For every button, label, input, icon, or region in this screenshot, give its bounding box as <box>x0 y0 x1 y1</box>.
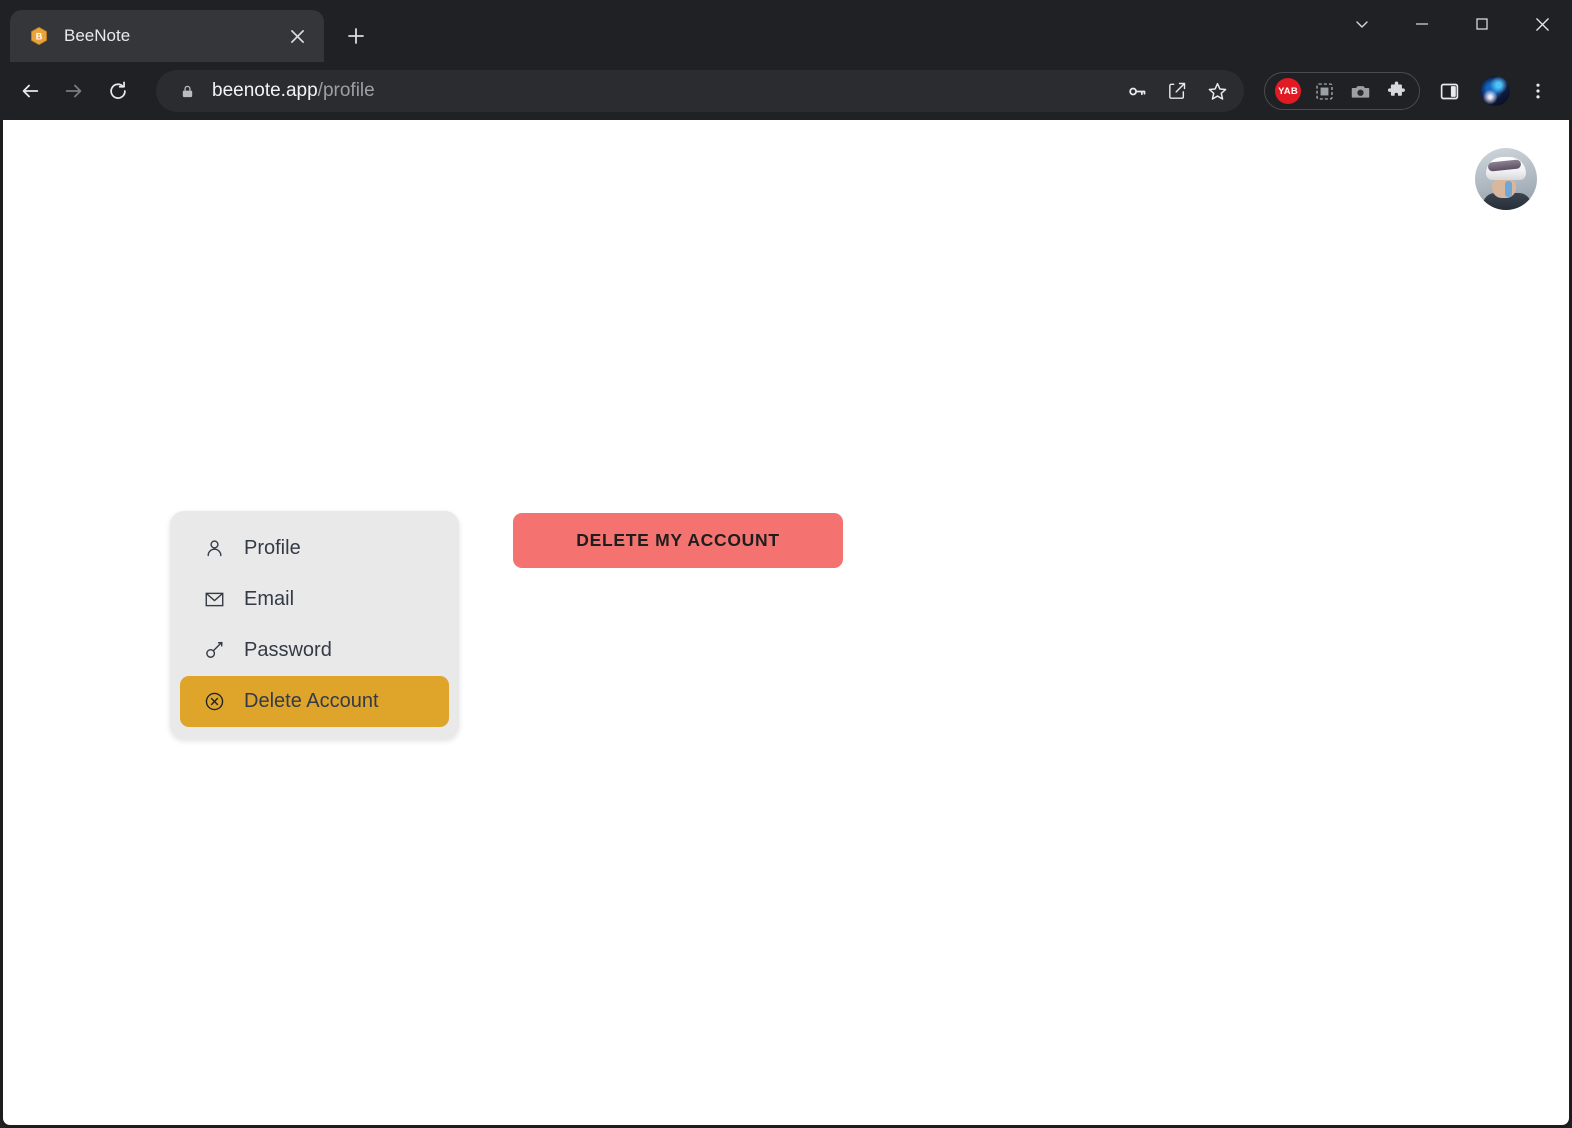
key-icon <box>203 640 225 662</box>
page-viewport: Profile Email Password <box>0 120 1572 1128</box>
lock-icon[interactable] <box>176 84 198 99</box>
account-settings-menu: Profile Email Password <box>170 511 459 739</box>
extensions-group: YAB <box>1264 72 1420 110</box>
close-window-button[interactable] <box>1512 0 1572 48</box>
chrome-profile-avatar[interactable] <box>1480 76 1510 106</box>
minimize-button[interactable] <box>1392 0 1452 48</box>
address-bar-actions <box>1120 70 1234 112</box>
camera-icon[interactable] <box>1343 74 1377 108</box>
yab-extension-label: YAB <box>1275 78 1301 104</box>
menu-item-label: Profile <box>244 537 301 560</box>
window-controls <box>1332 0 1572 48</box>
browser-window: B BeeNote <box>0 0 1572 1128</box>
yab-badge-icon[interactable]: YAB <box>1271 74 1305 108</box>
menu-item-profile[interactable]: Profile <box>180 523 449 574</box>
maximize-button[interactable] <box>1452 0 1512 48</box>
browser-tab-beenote[interactable]: B BeeNote <box>10 10 324 62</box>
share-icon[interactable] <box>1160 74 1194 108</box>
avatar-strap <box>1505 181 1512 197</box>
circle-x-icon <box>203 691 225 713</box>
person-icon <box>203 538 225 560</box>
tab-title: BeeNote <box>64 26 270 46</box>
menu-item-label: Email <box>244 588 294 611</box>
forward-button[interactable] <box>54 71 94 111</box>
browser-titlebar: B BeeNote <box>0 0 1572 62</box>
menu-item-label: Password <box>244 639 332 662</box>
menu-item-delete-account[interactable]: Delete Account <box>180 676 449 727</box>
star-icon[interactable] <box>1200 74 1234 108</box>
address-bar[interactable]: beenote.app/profile <box>156 70 1244 112</box>
puzzle-piece-icon[interactable] <box>1379 74 1413 108</box>
menu-item-label: Delete Account <box>244 690 379 713</box>
user-avatar[interactable] <box>1475 148 1537 210</box>
envelope-icon <box>203 589 225 611</box>
address-bar-url: beenote.app/profile <box>212 80 375 102</box>
url-path: /profile <box>318 80 375 101</box>
url-host: beenote.app <box>212 80 318 101</box>
tab-search-button[interactable] <box>1332 0 1392 48</box>
svg-text:B: B <box>36 32 43 42</box>
side-panel-icon[interactable] <box>1430 72 1468 110</box>
browser-toolbar: beenote.app/profile <box>0 62 1572 120</box>
reload-button[interactable] <box>98 71 138 111</box>
dashed-frame-icon[interactable] <box>1307 74 1341 108</box>
back-button[interactable] <box>10 71 50 111</box>
three-dots-vertical-icon[interactable] <box>1518 71 1558 111</box>
hexagon-b-icon: B <box>28 25 50 47</box>
new-tab-button[interactable] <box>334 14 378 58</box>
key-icon[interactable] <box>1120 74 1154 108</box>
close-icon[interactable] <box>284 23 310 49</box>
tab-strip: B BeeNote <box>0 0 378 62</box>
delete-my-account-button[interactable]: DELETE MY ACCOUNT <box>513 513 843 568</box>
menu-item-password[interactable]: Password <box>180 625 449 676</box>
menu-item-email[interactable]: Email <box>180 574 449 625</box>
